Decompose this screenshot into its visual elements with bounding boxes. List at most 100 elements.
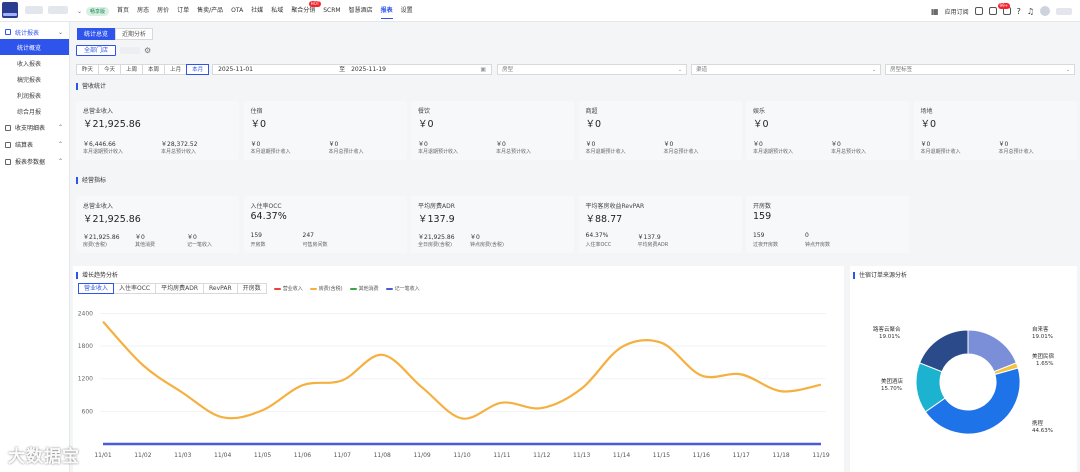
y-tick-label: 2400 bbox=[78, 310, 93, 317]
sidebar-item-draft[interactable]: 稿完报表 bbox=[0, 71, 69, 87]
legend-item[interactable]: 其他消费 bbox=[349, 285, 379, 292]
app-subscription-link[interactable]: 应用订阅 bbox=[945, 7, 969, 16]
trend-tab-rooms[interactable]: 开房数 bbox=[236, 283, 267, 294]
nav-distribution[interactable]: 聚合分销 HOT bbox=[291, 0, 322, 22]
sidebar-group-data[interactable]: 报表参数据 ⌃ bbox=[0, 153, 69, 170]
nav-products[interactable]: 售卖/产品 bbox=[197, 0, 223, 22]
date-today[interactable]: 今天 bbox=[98, 63, 122, 75]
nav-settings[interactable]: 设置 bbox=[401, 0, 413, 22]
y-tick-label: 1800 bbox=[78, 343, 93, 350]
all-stores-button[interactable]: 全部门店 bbox=[76, 45, 117, 56]
end-date: 2025-11-19 bbox=[351, 65, 386, 73]
nav-scrm[interactable]: SCRM bbox=[323, 0, 340, 22]
grid-icon[interactable]: ▦ bbox=[931, 7, 939, 16]
date-this-month[interactable]: 本月 bbox=[186, 63, 210, 75]
ops-card: 入住率OCC 64.37% 159 开房数 247 可售房间数 bbox=[243, 196, 407, 253]
room-type-placeholder: 房型 bbox=[502, 66, 514, 73]
legend-label: 房费(含税) bbox=[318, 286, 343, 292]
x-tick-label: 11/19 bbox=[812, 452, 829, 459]
legend-item[interactable]: 营业收入 bbox=[273, 285, 303, 292]
room-tag-select[interactable]: 房型标签 ⌄ bbox=[885, 63, 1076, 75]
ops-card: 平均房费ADR ￥137.9 ￥21,925.86 全日房费(含税) ￥0 钟点房费(含税… bbox=[411, 196, 574, 253]
legend-item[interactable]: 记一笔收入 bbox=[385, 285, 420, 292]
trend-tab-occ[interactable]: 入住率OCC bbox=[113, 283, 157, 294]
room-type-select[interactable]: 房型 ⌄ bbox=[497, 63, 688, 75]
sidebar-item-overview[interactable]: 统计概览 bbox=[0, 39, 69, 55]
nav-room-price[interactable]: 房价 bbox=[157, 0, 169, 22]
date-last-month[interactable]: 上月 bbox=[164, 63, 188, 75]
sidebar-item-profit[interactable]: 利润报表 bbox=[0, 87, 69, 103]
date-range-picker[interactable]: 2025-11-01 至 2025-11-19 ▣ bbox=[212, 63, 493, 75]
chevron-down-icon: ⌄ bbox=[1065, 66, 1071, 73]
report-icon bbox=[5, 29, 11, 35]
nav-private[interactable]: 私域 bbox=[271, 0, 283, 22]
legend-label: 记一笔收入 bbox=[394, 286, 420, 292]
card-sub-label: 可售房间数 bbox=[302, 242, 328, 248]
card-sub-label: 钟点房费(含税) bbox=[470, 242, 504, 248]
range-separator: 至 bbox=[339, 65, 346, 73]
tab-recent-analysis[interactable]: 近期分析 bbox=[115, 28, 154, 40]
date-this-week[interactable]: 本周 bbox=[142, 63, 166, 75]
card-sub-value: ￥6,446.66 bbox=[83, 141, 116, 148]
nav-room-status[interactable]: 房态 bbox=[137, 0, 149, 22]
x-tick-label: 11/17 bbox=[733, 452, 750, 459]
app-logo[interactable] bbox=[2, 2, 18, 18]
chevron-down-icon: ⌄ bbox=[871, 66, 877, 73]
gear-icon[interactable]: ⚙ bbox=[144, 46, 151, 55]
series-line-room-fee[interactable] bbox=[102, 320, 822, 420]
help-icon[interactable]: ? bbox=[1017, 7, 1021, 16]
clipboard-icon bbox=[5, 141, 11, 148]
card-sub-value: ￥0 bbox=[470, 234, 480, 241]
tab-overview[interactable]: 统计总览 bbox=[77, 28, 116, 40]
report-tabs: 统计总览 近期分析 bbox=[77, 28, 154, 40]
nav-home[interactable]: 首页 bbox=[117, 0, 129, 22]
sidebar-item-monthly[interactable]: 综合月报 bbox=[0, 103, 69, 119]
trend-tab-revenue[interactable]: 营业收入 bbox=[78, 283, 115, 294]
ops-card: 平均客房收益RevPAR ￥88.77 64.37% 入住率OCC ￥137.9 平均房费… bbox=[578, 196, 742, 253]
sidebar-group-settlement[interactable]: 结算表 ⌃ bbox=[0, 136, 69, 153]
store-name-placeholder bbox=[120, 47, 141, 54]
nav-ota[interactable]: OTA bbox=[231, 0, 243, 22]
username-placeholder bbox=[1056, 7, 1072, 15]
sidebar-item-income[interactable]: 收入报表 bbox=[0, 55, 69, 71]
channel-select[interactable]: 渠道 ⌄ bbox=[691, 63, 882, 75]
nav-orders[interactable]: 订单 bbox=[177, 0, 189, 22]
card-sub-value: 0 bbox=[805, 232, 809, 239]
card-value: ￥0 bbox=[250, 119, 267, 130]
sidebar-group-ledger[interactable]: 收支明细表 ⌃ bbox=[0, 119, 69, 136]
pie-label-meituan-hotel: 美团酒店 15.70% bbox=[881, 379, 903, 393]
chart-legend: 营业收入 房费(含税) 其他消费 记一笔收入 bbox=[273, 285, 420, 292]
sidebar-group-label: 统计报表 bbox=[15, 29, 40, 37]
legend-item[interactable]: 房费(含税) bbox=[309, 285, 343, 292]
revenue-card: 娱乐 ￥0 ￥0 本月退期预计收入 ￥0 本月总预计收入 bbox=[746, 101, 909, 160]
nav-distribution-label: 聚合分销 bbox=[291, 7, 316, 14]
pie-slice-4[interactable] bbox=[918, 329, 969, 373]
nav-reports[interactable]: 报表 bbox=[380, 0, 393, 22]
chevron-down-icon[interactable]: ⌄ bbox=[77, 8, 82, 15]
legend-label: 其他消费 bbox=[358, 286, 379, 292]
card-sub-value: ￥0 bbox=[496, 141, 506, 148]
x-tick-label: 11/11 bbox=[493, 452, 510, 459]
x-tick-label: 11/10 bbox=[453, 452, 470, 459]
bell-icon[interactable]: ♫ bbox=[1027, 7, 1034, 16]
sidebar-group-stat-reports[interactable]: 统计报表 ⌄ bbox=[0, 25, 69, 39]
calendar-icon[interactable] bbox=[988, 7, 997, 15]
chevron-down-icon: ⌄ bbox=[677, 66, 683, 73]
legend-swatch-other bbox=[349, 287, 357, 290]
card-title: 平均客房收益RevPAR bbox=[585, 203, 645, 210]
nav-social[interactable]: 社媒 bbox=[251, 0, 263, 22]
legend-swatch-room-fee bbox=[309, 287, 317, 290]
card-value: ￥137.9 bbox=[418, 214, 455, 225]
revenue-card: 总营业收入 ￥21,925.86 ￥6,446.66 本月退期预计收入 ￥28,372.… bbox=[76, 101, 239, 160]
revenue-section-title: 营收统计 bbox=[76, 83, 106, 90]
date-last-week[interactable]: 上周 bbox=[120, 63, 144, 75]
message-icon[interactable] bbox=[974, 7, 983, 15]
revenue-card: 场地 ￥0 ￥0 本月退期预计收入 ￥0 本月总预计收入 bbox=[913, 101, 1077, 160]
trend-tab-adr[interactable]: 平均房费ADR bbox=[155, 283, 205, 294]
avatar[interactable] bbox=[1040, 6, 1050, 16]
date-yesterday[interactable]: 昨天 bbox=[76, 63, 100, 75]
card-sub-value: ￥0 bbox=[831, 141, 841, 148]
revenue-card: 商超 ￥0 ￥0 本月退期预计收入 ￥0 本月总预计收入 bbox=[578, 101, 742, 160]
trend-tab-revpar[interactable]: RevPAR bbox=[203, 283, 238, 294]
nav-smart-hotel[interactable]: 智慧酒店 bbox=[349, 0, 373, 22]
